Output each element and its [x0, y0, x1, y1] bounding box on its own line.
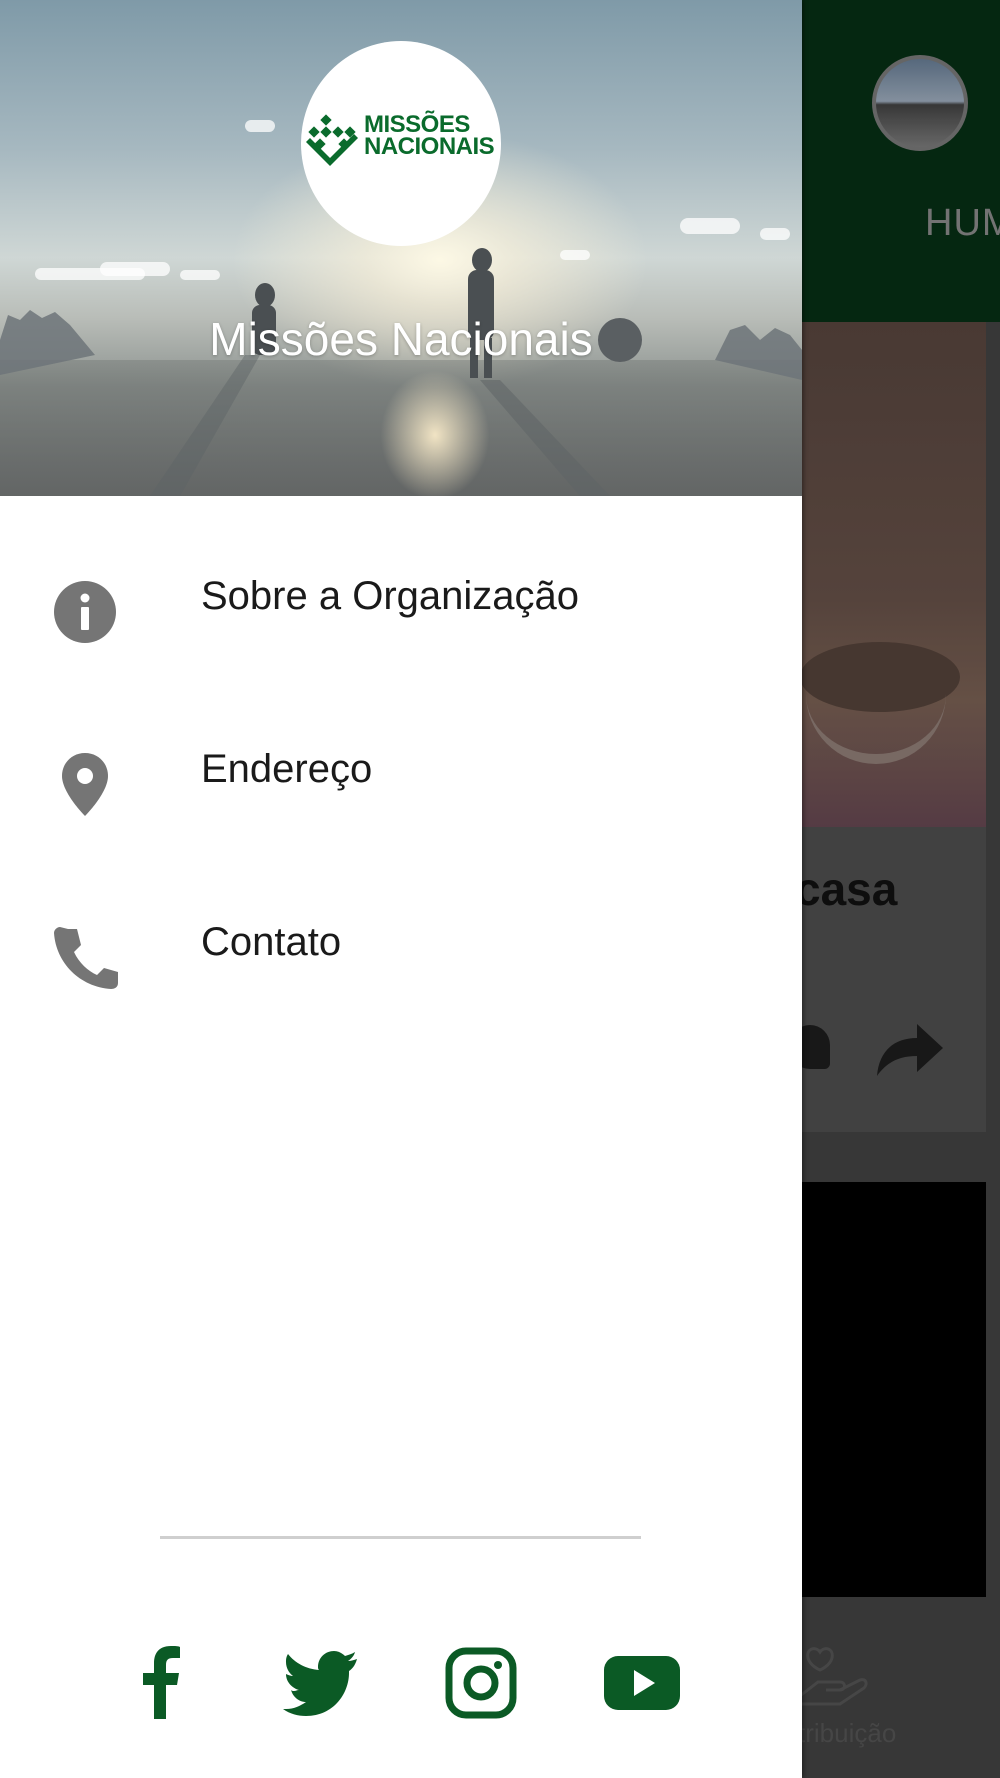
landscape-silhouette [0, 248, 802, 496]
divider [160, 1536, 641, 1539]
instagram-icon[interactable] [441, 1643, 521, 1723]
drawer-scrim[interactable] [800, 0, 1000, 1778]
menu-item-address[interactable]: Endereço [0, 714, 802, 864]
logo-text-line2: NACIONAIS [364, 133, 495, 160]
drawer-header: MISSÕES NACIONAIS Missões Nacionais [0, 0, 802, 496]
phone-icon [54, 927, 118, 989]
menu-item-label: Sobre a Organização [201, 574, 580, 618]
menu-item-label: Contato [201, 920, 342, 964]
info-icon [54, 581, 116, 643]
twitter-icon[interactable] [281, 1643, 361, 1723]
navigation-drawer: MISSÕES NACIONAIS Missões Nacionais Sobr… [0, 0, 802, 1778]
facebook-icon[interactable] [121, 1643, 201, 1723]
location-pin-icon [62, 753, 108, 816]
menu-item-contact[interactable]: Contato [0, 887, 802, 1037]
menu-item-label: Endereço [201, 747, 373, 791]
logo-mark-icon [306, 114, 358, 166]
menu-item-about[interactable]: Sobre a Organização [0, 541, 802, 691]
youtube-icon[interactable] [601, 1643, 683, 1723]
organization-name: Missões Nacionais [209, 313, 593, 365]
logo-text: MISSÕES NACIONAIS [364, 113, 495, 160]
